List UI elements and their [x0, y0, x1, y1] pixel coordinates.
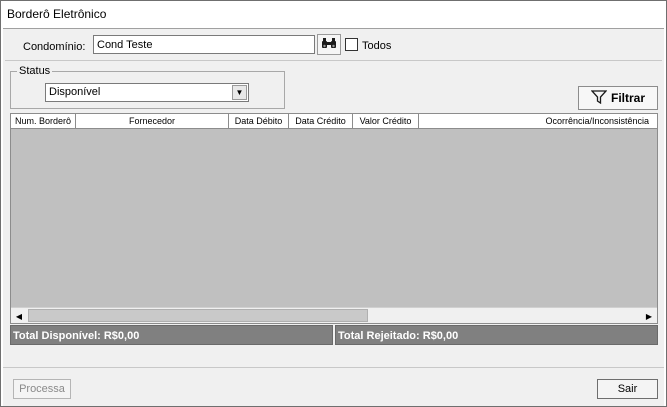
processa-button[interactable]: Processa	[13, 379, 71, 399]
window-client-area: Condomínio: Todos	[3, 28, 664, 406]
todos-checkbox[interactable]	[345, 38, 358, 51]
todos-label[interactable]: Todos	[362, 40, 391, 52]
filtrar-button[interactable]: Filtrar	[578, 86, 658, 110]
condominio-panel: Condomínio: Todos	[5, 31, 662, 61]
grid-header: Num. Borderô Fornecedor Data Débito Data…	[11, 114, 657, 129]
scrollbar-thumb[interactable]	[28, 309, 368, 322]
column-header-data-credito[interactable]: Data Crédito	[289, 114, 353, 129]
scroll-right-icon[interactable]: ▶	[641, 309, 657, 323]
column-header-ocorrencia[interactable]: Ocorrência/Inconsistência	[419, 114, 657, 129]
condominio-input[interactable]	[93, 35, 315, 54]
title-bar: Borderô Eletrônico	[1, 1, 666, 28]
column-header-data-debito[interactable]: Data Débito	[229, 114, 289, 129]
filtrar-label: Filtrar	[610, 91, 645, 105]
bottom-separator	[3, 367, 664, 368]
condominio-label: Condomínio:	[23, 41, 86, 53]
total-rejeitado: Total Rejeitado: R$0,00	[335, 325, 658, 345]
column-header-valor-credito[interactable]: Valor Crédito	[353, 114, 419, 129]
bordero-window: Borderô Eletrônico Condomínio: Cond Test…	[0, 0, 667, 407]
sair-button[interactable]: Sair	[597, 379, 658, 399]
totals-bar: Total Disponível: R$0,00 Total Rejeitado…	[10, 325, 658, 345]
bordero-grid[interactable]: Num. Borderô Fornecedor Data Débito Data…	[10, 113, 658, 324]
column-header-num-bordero[interactable]: Num. Borderô	[11, 114, 76, 129]
search-condominio-button[interactable]	[317, 34, 341, 55]
filter-funnel-icon	[590, 89, 608, 107]
column-header-fornecedor[interactable]: Fornecedor	[76, 114, 229, 129]
scroll-left-icon[interactable]: ◀	[11, 309, 27, 323]
status-select[interactable]: Disponível ▼	[45, 83, 249, 102]
status-groupbox: Status Disponível ▼	[10, 65, 285, 109]
status-selected-value: Disponível	[49, 86, 101, 98]
status-legend: Status	[17, 65, 53, 77]
binoculars-icon	[321, 37, 337, 52]
horizontal-scrollbar[interactable]: ◀ ▶	[11, 307, 657, 323]
window-title: Borderô Eletrônico	[7, 7, 107, 21]
total-disponivel: Total Disponível: R$0,00	[10, 325, 333, 345]
dropdown-arrow-icon[interactable]: ▼	[232, 85, 247, 100]
